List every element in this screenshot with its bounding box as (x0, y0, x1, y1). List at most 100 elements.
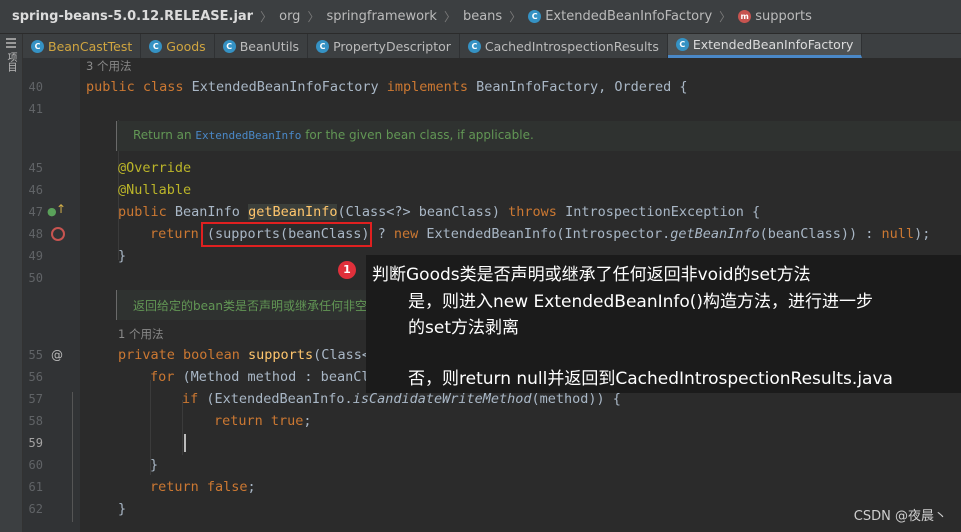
fold-guide (72, 392, 73, 522)
javadoc-block: Return an ExtendedBeanInfo for the given… (116, 121, 961, 151)
editor-tabs: C BeanCastTest C Goods C BeanUtils C Propert… (23, 34, 961, 58)
breadcrumb-org[interactable]: org (275, 9, 304, 24)
breadcrumb-method-label: supports (755, 9, 812, 24)
code-token: } (118, 501, 127, 517)
code-line-47: public BeanInfo getBeanInfo(Class<?> bea… (118, 201, 760, 223)
annotation-line-4: 否，则return null并返回到CachedIntrospectionRes… (408, 369, 893, 389)
code-token: supports (248, 347, 314, 363)
code-token: @Override (118, 160, 192, 176)
chevron-right-icon: 〉 (260, 10, 273, 24)
tab-label: PropertyDescriptor (333, 38, 451, 54)
code-token: ? (377, 226, 394, 242)
code-token: ); (914, 226, 931, 242)
breadcrumb-jar[interactable]: spring-beans-5.0.12.RELEASE.jar (0, 9, 257, 24)
usages-hint[interactable]: 1 个用法 (118, 325, 163, 343)
annotation-popup: 判断Goods类是否声明或继承了任何返回非void的set方法 是，则进入new… (366, 255, 961, 393)
chevron-right-icon: 〉 (307, 10, 320, 24)
breadcrumb-springframework[interactable]: springframework (322, 9, 440, 24)
tab-label: Goods (166, 38, 206, 54)
line-number: 58 (28, 414, 43, 428)
code-line-58: return true; (214, 410, 312, 432)
breadcrumb: spring-beans-5.0.12.RELEASE.jar 〉 org 〉 … (0, 0, 961, 34)
code-token: for (150, 369, 183, 385)
line-number: 41 (28, 102, 43, 116)
code-token: null (881, 226, 915, 242)
code-token: true (270, 413, 304, 429)
class-icon: C (675, 38, 689, 51)
chevron-right-icon: 〉 (443, 10, 456, 24)
code-token: ; (247, 479, 256, 495)
code-token: if (182, 391, 207, 407)
breadcrumb-method[interactable]: m supports (734, 9, 816, 24)
line-number: 48 (28, 227, 43, 241)
code-token: @Nullable (118, 182, 192, 198)
code-token: public class (86, 79, 192, 95)
code-line-60: } (150, 454, 158, 476)
code-line-40: public class ExtendedBeanInfoFactory imp… (86, 76, 687, 98)
code-token: ; (303, 413, 312, 429)
class-icon: C (31, 39, 44, 53)
project-tool-label[interactable]: 项目 (4, 52, 18, 72)
line-number: 56 (28, 370, 43, 384)
breakpoint-icon[interactable] (51, 227, 65, 241)
tab-goods[interactable]: C Goods (141, 34, 215, 58)
line-number: 59 (28, 436, 43, 450)
code-line-49: } (118, 245, 126, 267)
class-icon: C (316, 39, 330, 53)
project-panel-icon[interactable] (6, 38, 16, 50)
code-token: IntrospectionException { (565, 204, 761, 220)
project-tool-window-strip: 项目 (0, 34, 23, 532)
annotation-line-2: 是，则进入new ExtendedBeanInfo()构造方法，进行进一步 (408, 292, 874, 312)
code-token: getBeanInfo (248, 204, 338, 220)
tab-label: CachedIntrospectionResults (484, 38, 659, 54)
code-token: ExtendedBeanInfoFactory (191, 79, 387, 95)
code-token: (ExtendedBeanInfo. (206, 391, 353, 407)
breadcrumb-class-label: ExtendedBeanInfoFactory (545, 9, 713, 24)
tab-propertydescriptor[interactable]: C PropertyDescriptor (308, 34, 460, 58)
code-token: public (118, 204, 175, 220)
tab-label: ExtendedBeanInfoFactory (692, 37, 854, 52)
tab-cachedintrospectionresults[interactable]: C CachedIntrospectionResults (460, 34, 668, 58)
javadoc-prefix: Return an (133, 128, 196, 142)
at-usage-icon[interactable]: @ (51, 348, 63, 362)
tab-extendedbeaninfofactory[interactable]: C ExtendedBeanInfoFactory (667, 34, 863, 58)
code-token: return (150, 479, 207, 495)
javadoc-suffix: for the given bean class, if applicable. (301, 128, 534, 142)
line-number: 49 (28, 249, 43, 263)
code-token: ExtendedBeanInfo(Introspector. (426, 226, 671, 242)
breadcrumb-class[interactable]: C ExtendedBeanInfoFactory (524, 9, 716, 24)
class-icon: C (149, 39, 163, 53)
line-number: 55 (28, 348, 43, 362)
code-token: (beanClass)) : (759, 226, 882, 242)
class-icon: C (467, 39, 481, 53)
code-token: isCandidateWriteMethod (352, 391, 532, 407)
code-token: (method)) { (531, 391, 621, 407)
code-token: BeanInfo (174, 204, 249, 220)
code-token: } (118, 248, 127, 264)
code-line-61: return false; (150, 476, 256, 498)
class-icon: C (528, 10, 542, 23)
code-line-62: } (118, 498, 126, 520)
code-token: implements (386, 79, 477, 95)
tab-beanutils[interactable]: C BeanUtils (215, 34, 309, 58)
annotation-badge: 1 (338, 261, 356, 279)
line-number: 62 (28, 502, 43, 516)
code-token: throws (508, 204, 566, 220)
line-number: 47 (28, 205, 43, 219)
line-number: 45 (28, 161, 43, 175)
code-token: new (393, 226, 427, 242)
code-line-45: @Override (118, 157, 191, 179)
breadcrumb-beans[interactable]: beans (459, 9, 506, 24)
line-number: 50 (28, 271, 43, 285)
line-number: 61 (28, 480, 43, 494)
highlight-box (201, 222, 372, 247)
usages-hint[interactable]: 3 个用法 (86, 57, 131, 75)
class-icon: C (222, 39, 236, 53)
override-arrow-icon[interactable]: ↑ (56, 202, 66, 216)
text-caret (184, 434, 186, 452)
javadoc-link[interactable]: ExtendedBeanInfo (195, 129, 301, 142)
line-number: 60 (28, 458, 43, 472)
tab-beancasttest[interactable]: C BeanCastTest (23, 34, 142, 58)
code-token: BeanInfoFactory, Ordered { (476, 79, 688, 95)
line-number: 40 (28, 80, 43, 94)
